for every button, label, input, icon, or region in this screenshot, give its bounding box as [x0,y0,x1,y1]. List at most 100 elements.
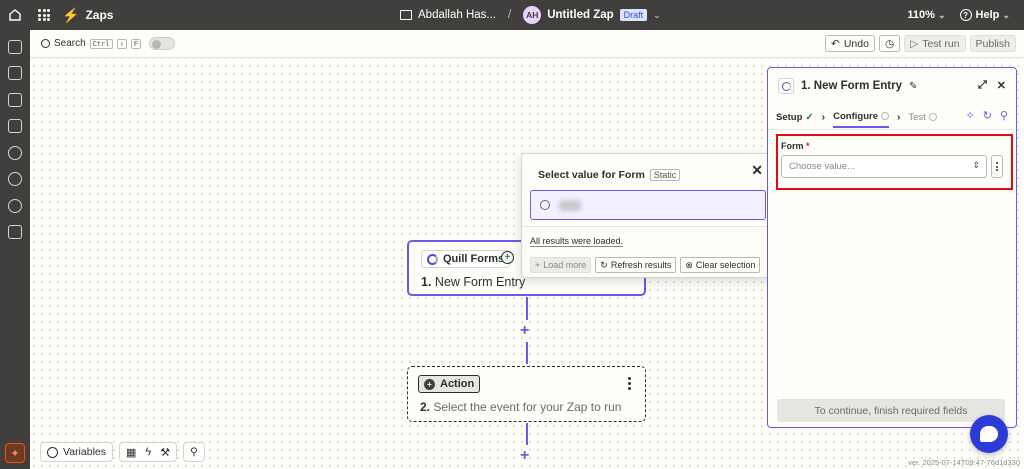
radio-button[interactable] [540,200,550,210]
step-title-text: New Form Entry [434,275,526,289]
variables-button[interactable]: Variables [40,442,113,462]
zap-assistant-icon[interactable]: ✦ [5,443,25,463]
activity-icon[interactable] [8,172,22,186]
search-icon: ⚲ [190,446,198,458]
continue-button[interactable]: To continue, finish required fields [777,399,1005,422]
history-button[interactable]: ◷ [878,35,901,52]
help-button[interactable]: ? Help ⌄ [959,9,1010,22]
step-title: 1. New Form Entry [421,275,525,289]
chat-button[interactable] [970,415,1008,453]
publish-button[interactable]: Publish [969,35,1016,52]
chevron-right-icon: › [896,111,901,123]
search-icon [41,39,50,48]
select-arrows-icon: ⇕ [972,160,980,170]
popup-actions: + Load more ↻ Refresh results ⊗ Clear selec… [530,257,761,273]
connector-line [526,423,528,445]
tab-configure[interactable]: Configure [833,106,889,128]
search-icon[interactable]: ⚲ [1000,109,1008,122]
add-step-button[interactable]: + [520,448,529,464]
field-options-button[interactable] [991,155,1003,178]
avatar[interactable]: AH [523,6,542,24]
apps-icon[interactable] [8,40,22,54]
action-badge: + Action [418,375,481,393]
clear-selection-button[interactable]: ⊗ Clear selection [680,257,761,273]
layout-icon[interactable]: ▦ [126,446,136,459]
stack-icon[interactable] [8,225,22,239]
more-options-icon[interactable] [628,377,631,390]
redacted-option-label [559,200,581,211]
shortcut-key: Ctrl [89,38,113,49]
field-label: Form * [781,141,810,151]
form-select[interactable]: Choose value... ⇕ [781,155,987,178]
option-item[interactable] [530,190,766,220]
pending-icon [880,112,889,120]
search-control[interactable]: Search Ctrl ⇧ F [41,37,175,50]
close-icon[interactable]: ✕ [751,162,763,179]
results-status: All results were loaded. [530,236,624,247]
chevron-down-icon[interactable]: ⌄ [653,10,661,21]
settings-icon[interactable] [8,199,22,213]
version-text: ver. 2025-07-14T09:47-76d1d330 [908,458,1020,467]
pending-icon [928,113,937,121]
home-icon [9,9,21,21]
form-field-highlight: Form * Choose value... ⇕ [776,134,1013,190]
search-label: Search [54,38,86,49]
top-right-controls: 110% ⌄ ? Help ⌄ [907,0,1024,30]
zap-breadcrumb: Abdallah Has... / AH Untitled Zap Draft … [400,0,661,30]
load-more-button[interactable]: + Load more [530,257,592,273]
calendar-icon[interactable] [8,119,22,133]
globe-icon [47,446,58,458]
tab-test[interactable]: Test [908,106,937,128]
panel-title[interactable]: 1. New Form Entry [801,80,902,92]
play-icon: ▷ [910,37,919,50]
home-button[interactable] [0,0,30,30]
left-sidebar: ✦ [0,30,30,469]
app-badge: Quill Forms [421,250,511,268]
quill-forms-icon [427,253,438,265]
canvas-toggle[interactable] [148,37,175,50]
close-icon[interactable]: ✕ [997,79,1006,92]
folder-name[interactable]: Abdallah Has... [418,9,496,21]
canvas-bottom-bar: Variables ▦ ϟ ⚒ ⚲ [40,442,205,462]
ai-sparkle-icon[interactable]: ✧ [966,109,975,122]
popup-title: Select value for Form [538,169,645,181]
wrench-icon[interactable]: ⚒ [160,446,170,459]
tab-setup[interactable]: Setup ✓ [776,106,814,128]
zap-name[interactable]: Untitled Zap [547,9,613,21]
bolt-icon[interactable]: ϟ [145,446,151,458]
comment-icon[interactable] [8,93,22,107]
search-button[interactable]: ⚲ [183,442,205,462]
refresh-icon[interactable]: ↻ [983,109,992,122]
zoom-level: 110% [907,9,935,21]
load-more-label: Load more [543,260,587,270]
app-name: Quill Forms [443,253,505,265]
zoom-control[interactable]: 110% ⌄ [907,9,945,21]
canvas-tools: ▦ ϟ ⚒ [119,442,178,462]
undo-button[interactable]: ↶ Undo [825,35,875,52]
check-icon: ✓ [805,111,814,123]
history-icon[interactable] [8,146,22,160]
test-run-button[interactable]: ▷ Test run [904,35,966,52]
help-icon: ? [959,9,972,22]
add-step-button[interactable]: + [520,323,529,339]
clear-label: Clear selection [695,260,756,270]
add-icon[interactable]: + [501,251,514,264]
select-placeholder: Choose value... [789,161,856,172]
undo-icon: ↶ [831,37,840,50]
app-title[interactable]: Zaps [85,8,113,22]
tab-label: Setup [776,111,803,123]
tab-label: Test [908,111,926,123]
edit-icon[interactable]: ✎ [909,81,917,92]
action-badge-label: Action [440,378,475,390]
refresh-label: Refresh results [610,260,672,270]
file-icon[interactable] [8,66,22,80]
action-step-card[interactable]: + Action 2. Select the event for your Za… [407,366,646,422]
test-run-label: Test run [922,37,960,50]
expand-icon[interactable]: ⤢ [978,79,987,92]
apps-grid-icon[interactable] [38,9,50,21]
tab-label: Configure [833,110,878,122]
folder-icon [400,10,412,20]
quill-forms-icon [778,78,794,94]
shortcut-key: F [130,38,141,49]
refresh-results-button[interactable]: ↻ Refresh results [595,257,677,273]
